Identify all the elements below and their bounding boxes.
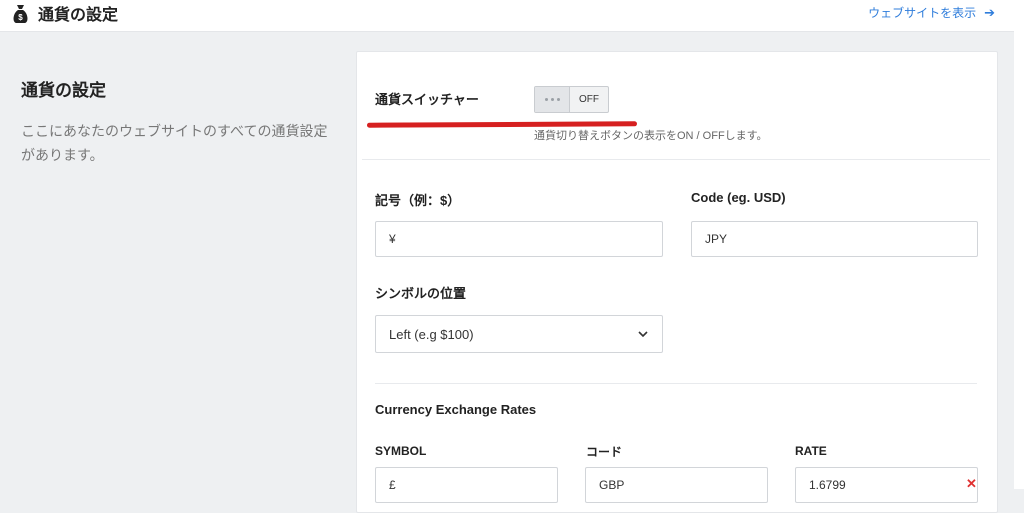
right-edge-strip [1014,0,1024,489]
rate-row-rate-field[interactable]: 1.6799 ✕ [795,467,978,503]
column-header-symbol: SYMBOL [375,444,427,458]
exchange-rates-title: Currency Exchange Rates [375,402,537,417]
divider [362,159,990,160]
rate-row-code-input[interactable] [585,467,768,503]
currency-switcher-label: 通貨スイッチャー [375,92,479,107]
symbol-label: 記号（例：$） [375,193,461,208]
rate-row-rate-value: 1.6799 [809,478,846,492]
symbol-input[interactable] [375,221,663,257]
symbol-position-select[interactable]: Left (e.g $100) [375,315,663,353]
section-description: ここにあなたのウェブサイトのすべての通貨設定があります。 [21,123,328,163]
money-bag-icon: $ [13,5,28,23]
column-header-rate: RATE [795,444,827,458]
remove-row-icon[interactable]: ✕ [966,476,977,492]
toggle-state: OFF [579,94,599,105]
divider [375,383,977,384]
code-input[interactable] [691,221,978,257]
settings-card: 通貨スイッチャー OFF 通貨切り替えボタンの表示をON / OFFします。 記… [356,51,998,513]
chevron-down-icon [638,331,648,338]
switcher-hint: 通貨切り替えボタンの表示をON / OFFします。 [534,130,768,142]
code-label: Code (eg. USD) [691,190,786,205]
symbol-position-label: シンボルの位置 [375,286,467,301]
arrow-right-icon: ➔ [984,4,995,20]
toggle-knob [535,87,570,112]
view-website-link[interactable]: ウェブサイトを表示 ➔ [868,4,995,21]
rate-row-symbol-input[interactable] [375,467,558,503]
top-bar: $ 通貨の設定 ウェブサイトを表示 ➔ [0,0,1014,32]
column-header-code: コード [586,445,623,459]
view-website-label: ウェブサイトを表示 [868,6,977,20]
page-title: 通貨の設定 [38,7,119,24]
section-title: 通貨の設定 [21,81,106,100]
currency-switcher-toggle[interactable]: OFF [534,86,609,113]
symbol-position-value: Left (e.g $100) [389,326,474,342]
svg-text:$: $ [18,13,23,22]
